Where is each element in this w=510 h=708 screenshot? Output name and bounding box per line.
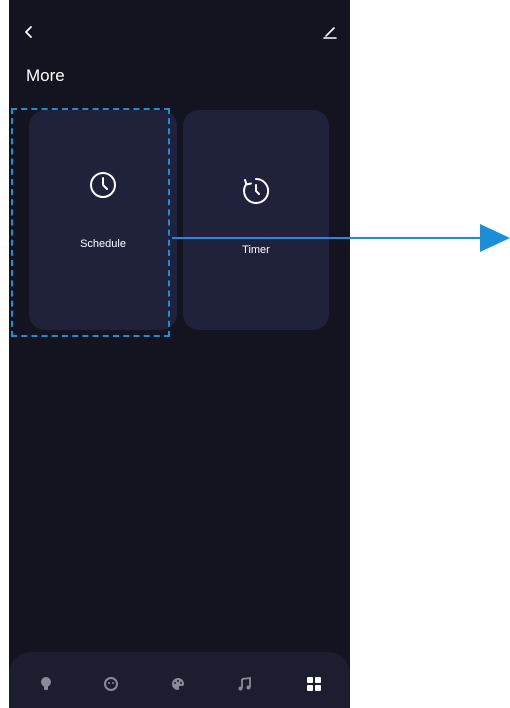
clock-icon	[90, 172, 116, 198]
pencil-icon	[323, 27, 337, 39]
chevron-left-icon	[25, 26, 32, 38]
timer-label: Timer	[242, 244, 270, 256]
schedule-card[interactable]: Schedule	[29, 110, 177, 330]
nav-item-more[interactable]	[304, 674, 324, 694]
phone-screen: More Schedule Timer	[9, 0, 350, 708]
back-button[interactable]	[17, 20, 41, 44]
timer-card[interactable]: Timer	[183, 110, 329, 330]
nav-item-mode[interactable]	[101, 674, 121, 694]
grid-icon	[307, 677, 321, 691]
palette-icon	[172, 678, 184, 690]
nav-item-light[interactable]	[36, 674, 56, 694]
nav-item-music[interactable]	[235, 674, 255, 694]
timer-icon	[243, 177, 270, 204]
mode-icon	[104, 677, 118, 691]
page-title: More	[26, 66, 65, 85]
bottom-nav	[9, 652, 350, 708]
top-bar	[9, 0, 350, 50]
music-icon	[238, 676, 251, 691]
edit-button[interactable]	[318, 20, 342, 44]
schedule-label: Schedule	[80, 238, 126, 250]
nav-item-palette[interactable]	[168, 674, 188, 694]
bulb-icon	[41, 677, 51, 690]
